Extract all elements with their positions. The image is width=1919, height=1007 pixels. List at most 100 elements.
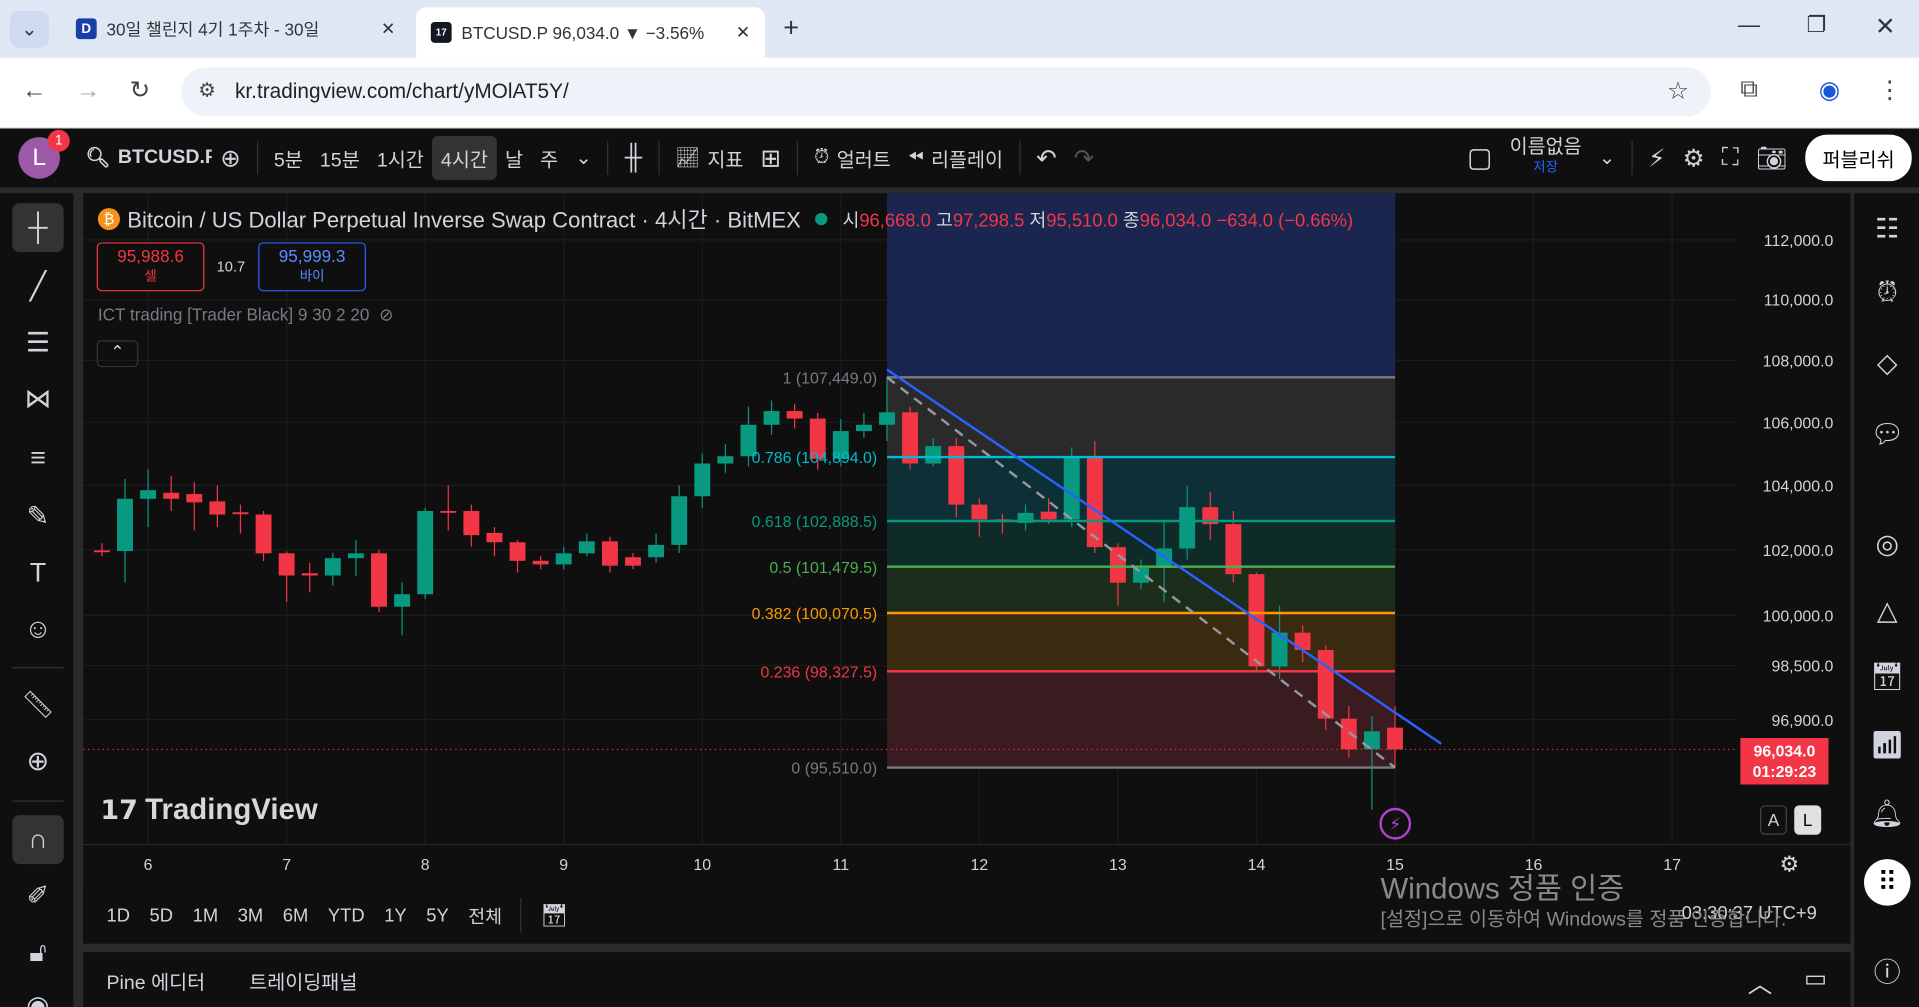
symbol-title[interactable]: Bitcoin / US Dollar Perpetual Inverse Sw… [127, 203, 801, 235]
profile-icon[interactable]: ◉ [1819, 75, 1840, 106]
market-status-dot[interactable] [815, 212, 828, 226]
indicators-label: 지표 [707, 150, 744, 172]
url-input[interactable]: ⚙ kr.tradingview.com/chart/yMOlAT5Y/ ☆ [181, 67, 1712, 117]
zoom-in-icon[interactable]: ⊕ [12, 737, 63, 786]
lightning-event-icon[interactable]: ⚡︎ [1379, 807, 1412, 840]
close-window-icon[interactable]: ✕ [1875, 11, 1896, 42]
layout-name-button[interactable]: 이름없음 저장 [1501, 131, 1590, 185]
replay-button[interactable]: ⏪︎ 리플레이 [899, 136, 1011, 180]
camera-icon[interactable]: 📷︎ [1747, 135, 1795, 180]
ideas-triangle-icon[interactable]: △ [1864, 587, 1911, 634]
text-tool-icon[interactable]: T [12, 548, 63, 597]
ruler-icon[interactable]: 📏︎ [12, 680, 63, 729]
quick-search-icon[interactable]: ⚡︎ [1640, 135, 1674, 180]
tab-pine-editor[interactable]: Pine 에디터 [98, 958, 214, 1002]
eye-icon[interactable]: ◉ [12, 982, 63, 1007]
maximize-icon[interactable]: ❐ [1806, 12, 1826, 38]
close-tab-icon[interactable]: ✕ [381, 18, 395, 39]
log-scale-button[interactable]: L [1794, 805, 1822, 835]
fib-tool-icon[interactable]: ≡ [12, 433, 63, 482]
publish-button[interactable]: 퍼블리쉬 [1805, 134, 1912, 182]
interval-label: 5분 [273, 150, 303, 172]
target-icon[interactable]: ◎ [1864, 521, 1911, 568]
lock-drawing-icon[interactable]: ✐ [12, 871, 63, 920]
notifications-bell-icon[interactable]: 🔔︎ [1864, 791, 1911, 838]
timezone-clock[interactable]: 03:30:37 UTC+9 [1682, 903, 1817, 924]
tab-trading-panel[interactable]: 트레이딩패널 [241, 958, 366, 1002]
interval-15m[interactable]: 15분 [311, 136, 368, 180]
redo-icon[interactable]: ↷ [1065, 135, 1103, 180]
chat-icon[interactable]: 💬︎ [1864, 411, 1911, 458]
sell-label: 셀 [144, 269, 157, 284]
go-to-date-calendar-icon[interactable]: 📅︎ [531, 895, 576, 935]
range-3m[interactable]: 3M [229, 898, 272, 933]
layers-icon[interactable]: ◇ [1864, 340, 1911, 387]
layout-chevron-down-icon[interactable]: ⌄ [1590, 138, 1624, 177]
avatar[interactable]: L 1 [18, 129, 70, 179]
new-tab-icon[interactable]: + [783, 12, 799, 44]
interval-chevron-down-icon[interactable]: ⌄ [567, 138, 601, 177]
reload-icon[interactable]: ↻ [130, 75, 151, 106]
fib-zone [887, 377, 1396, 458]
emoji-icon[interactable]: ☺ [12, 605, 63, 654]
eye-off-icon[interactable]: ⊘ [379, 305, 393, 326]
layout-icon[interactable]: ▢ [1458, 135, 1501, 182]
minimize-icon[interactable]: — [1738, 12, 1760, 38]
back-icon[interactable]: ← [22, 77, 46, 105]
range-all[interactable]: 전체 [460, 895, 511, 935]
bookmark-star-icon[interactable]: ☆ [1667, 76, 1689, 107]
watchlist-icon[interactable]: ☷ [1864, 206, 1911, 253]
fullscreen-icon[interactable]: ⛶ [1713, 136, 1747, 179]
tab-list-chevron-icon[interactable]: ⌄ [9, 11, 49, 48]
extensions-icon[interactable]: ⧉ [1740, 76, 1757, 104]
brush-icon[interactable]: ✎ [12, 492, 63, 541]
candle-style-icon[interactable]: ╫ [616, 136, 650, 179]
interval-5m[interactable]: 5분 [265, 136, 311, 180]
alarm-clock-icon[interactable]: ⏰︎ [1864, 269, 1911, 316]
alert-button[interactable]: ⏰︎ 얼러트 [806, 136, 900, 180]
site-settings-icon[interactable]: ⚙ [198, 78, 216, 102]
symbol-search[interactable]: 🔍︎ BTCUSD.P [77, 138, 212, 177]
lock-icon[interactable]: 🔓︎ [12, 928, 63, 977]
calendar-icon[interactable]: 📅︎ [1864, 654, 1911, 701]
range-1m[interactable]: 1M [184, 898, 227, 933]
range-1d[interactable]: 1D [98, 898, 139, 933]
browser-menu-icon[interactable]: ⋮ [1877, 75, 1901, 106]
news-feed-icon[interactable]: 📶︎ [1864, 722, 1911, 769]
auto-scale-button[interactable]: A [1759, 805, 1787, 835]
pattern-node-icon[interactable]: ⋈ [12, 375, 63, 424]
sell-button[interactable]: 95,988.6 셀 [96, 242, 205, 292]
interval-week[interactable]: 주 [532, 136, 567, 180]
indicator-legend[interactable]: ICT trading [Trader Black] 9 30 2 20 ⊘ [98, 305, 394, 326]
browser-tab-challenge[interactable]: D 30일 챌린지 4기 1주차 - 30일 ✕ [61, 7, 410, 50]
help-icon[interactable]: ⓘ [1864, 947, 1911, 994]
compare-symbol-plus-icon[interactable]: ⊕ [212, 135, 250, 180]
forward-icon[interactable]: → [76, 77, 100, 105]
buy-button[interactable]: 95,999.3 바이 [258, 242, 366, 292]
interval-1h[interactable]: 1시간 [368, 136, 432, 180]
magnet-icon[interactable]: ∩ [12, 815, 64, 865]
axis-settings-gear-icon[interactable]: ⚙ [1780, 852, 1800, 878]
maximize-panel-icon[interactable]: ▭ [1804, 963, 1827, 994]
horizontal-lines-icon[interactable]: ☰ [12, 318, 63, 367]
expand-panel-chevron-up-icon[interactable]: ︿ [1748, 964, 1772, 999]
products-grid-icon[interactable]: ⠿ [1863, 859, 1911, 906]
templates-grid-icon[interactable]: ⊞ [752, 135, 790, 180]
browser-tab-btcusd[interactable]: 17 BTCUSD.P 96,034.0 ▼ −3.56% ✕ [416, 7, 765, 58]
trend-line-icon[interactable]: ╱ [12, 262, 63, 311]
collapse-legend-chevron-up-icon[interactable]: ⌃ [96, 340, 139, 368]
indicators-button[interactable]: 📈︎ 지표 [667, 136, 752, 180]
interval-4h[interactable]: 4시간 [432, 135, 497, 180]
range-1y[interactable]: 1Y [376, 898, 416, 933]
range-5y[interactable]: 5Y [418, 898, 458, 933]
undo-icon[interactable]: ↶ [1028, 135, 1066, 180]
range-ytd[interactable]: YTD [319, 898, 373, 933]
interval-day[interactable]: 날 [496, 136, 531, 180]
settings-icon[interactable]: ⚙ [1674, 135, 1713, 180]
tradingview-watermark-logo[interactable]: 𝟭𝟳 TradingView [100, 793, 317, 827]
range-5d[interactable]: 5D [141, 898, 182, 933]
crosshair-icon[interactable]: ┼ [12, 203, 64, 253]
range-6m[interactable]: 6M [274, 898, 317, 933]
close-tab-icon[interactable]: ✕ [736, 22, 750, 43]
chart-pane[interactable]: 1 (107,449.0) 0.786 (104,894.0) 0.618 (102… [83, 193, 1851, 943]
